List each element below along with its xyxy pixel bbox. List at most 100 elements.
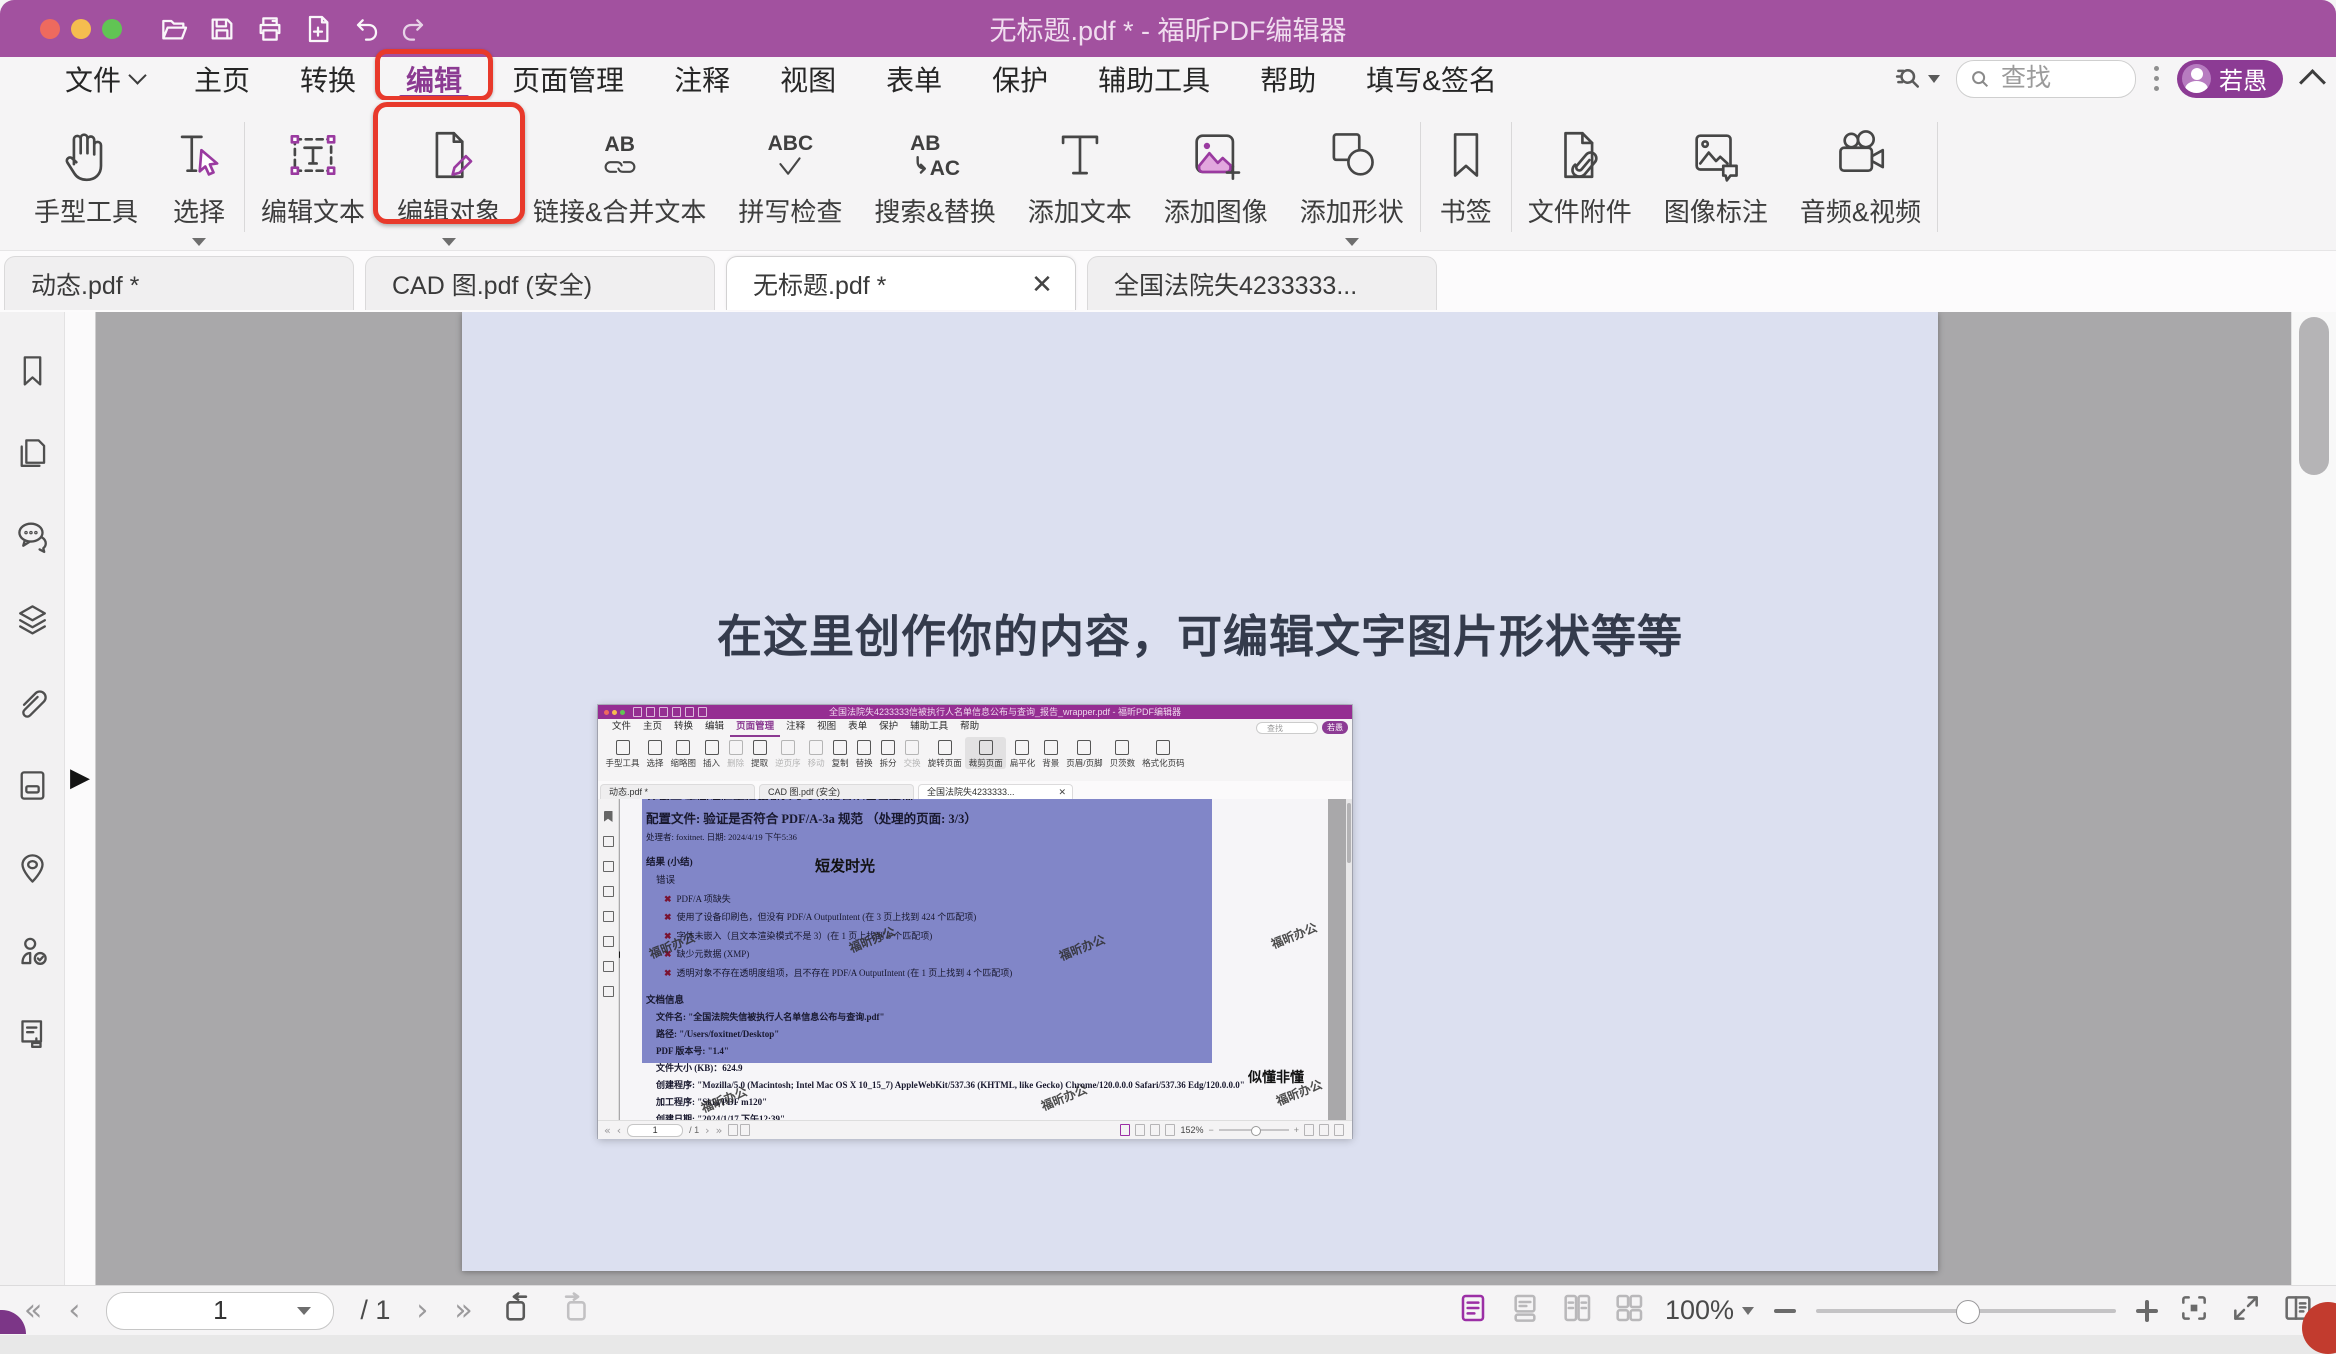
embed-clipped-line: 计报告 全国法院失信被执行人名单信息公布与查询 bbox=[646, 799, 1328, 800]
next-view-icon[interactable] bbox=[559, 1291, 593, 1330]
embed-toolbar: 手型工具 选择 缩略图 插入 删除 提取 bbox=[598, 737, 1352, 781]
tool-audio-video[interactable]: 音频&视频 bbox=[1784, 100, 1937, 250]
fullscreen-window-button[interactable] bbox=[102, 19, 122, 39]
tool-bookmark[interactable]: 书签 bbox=[1421, 100, 1511, 250]
tool-add-shape[interactable]: 添加形状 bbox=[1284, 100, 1420, 250]
vertical-scrollbar[interactable] bbox=[2291, 312, 2336, 1285]
destinations-panel-icon[interactable] bbox=[14, 850, 51, 887]
tool-add-image[interactable]: 添加图像 bbox=[1148, 100, 1284, 250]
document-tabbar: 动态.pdf * CAD 图.pdf (安全) 无标题.pdf * ✕ 全国法院… bbox=[0, 250, 2336, 312]
document-tab[interactable]: 无标题.pdf * ✕ bbox=[726, 256, 1076, 310]
user-name: 若愚 bbox=[2219, 61, 2267, 96]
embed-error-line: ✖字体未嵌入（且文本渲染模式不是 3）(在 1 页上找到 3 个匹配项) bbox=[646, 929, 1328, 942]
tool-edit-object[interactable]: 编辑对象 bbox=[381, 100, 517, 250]
zoom-out-icon[interactable] bbox=[1774, 1309, 1796, 1313]
previous-view-icon[interactable] bbox=[499, 1291, 533, 1330]
embed-tool-icon bbox=[905, 740, 919, 755]
menu-tab[interactable]: 填写&签名 bbox=[1341, 57, 1522, 100]
select-cursor-icon bbox=[170, 122, 228, 188]
tool-spellcheck[interactable]: ABC 拼写检查 bbox=[722, 100, 858, 250]
menu-tab[interactable]: 表单 bbox=[861, 57, 967, 100]
edit-object-icon bbox=[420, 122, 478, 188]
next-page-icon[interactable]: › bbox=[416, 1296, 428, 1326]
zoom-slider[interactable] bbox=[1816, 1309, 2116, 1313]
page-thumbnails-panel-icon[interactable] bbox=[14, 435, 51, 472]
attachments-panel-icon[interactable] bbox=[14, 684, 51, 721]
tool-select[interactable]: 选择 bbox=[154, 100, 244, 250]
new-document-icon[interactable] bbox=[302, 13, 334, 45]
first-page-icon[interactable]: « bbox=[24, 1296, 42, 1326]
fullscreen-icon[interactable] bbox=[2230, 1292, 2262, 1329]
save-icon[interactable] bbox=[206, 13, 238, 45]
fields-panel-icon[interactable] bbox=[14, 767, 51, 804]
menu-tab[interactable]: 页面管理 bbox=[487, 57, 649, 100]
view-mode-two-page-icon[interactable] bbox=[1613, 1292, 1645, 1329]
embed-statusbar: « ‹ 1 / 1 › » 152% −+ bbox=[598, 1120, 1352, 1139]
stamps-panel-icon[interactable] bbox=[14, 1016, 51, 1053]
layers-panel-icon[interactable] bbox=[14, 601, 51, 638]
close-tab-icon[interactable]: ✕ bbox=[1027, 269, 1057, 299]
more-options-icon[interactable] bbox=[2152, 66, 2161, 91]
menu-tab[interactable]: 视图 bbox=[755, 57, 861, 100]
menu-tab[interactable]: 注释 bbox=[649, 57, 755, 100]
tool-edit-text[interactable]: 编辑文本 bbox=[245, 100, 381, 250]
embed-tool: 删除 bbox=[724, 737, 748, 769]
document-tab[interactable]: CAD 图.pdf (安全) bbox=[365, 256, 715, 310]
quick-access-toolbar bbox=[158, 13, 430, 45]
document-tab[interactable]: 全国法院失4233333... bbox=[1087, 256, 1437, 310]
zoom-slider-knob[interactable] bbox=[1956, 1300, 1980, 1324]
view-mode-continuous-icon[interactable] bbox=[1457, 1292, 1489, 1329]
view-mode-two-page-continuous-icon[interactable] bbox=[1561, 1292, 1593, 1329]
embed-tool-icon bbox=[857, 740, 871, 755]
embed-info-line: 创建日期: "2024/1/17 下午12:39" bbox=[646, 1112, 1328, 1121]
page-number-input[interactable]: 1 bbox=[106, 1292, 334, 1330]
menu-tab[interactable]: 保护 bbox=[967, 57, 1073, 100]
menu-tab[interactable]: 辅助工具 bbox=[1073, 57, 1235, 100]
tool-hand[interactable]: 手型工具 bbox=[18, 100, 154, 250]
menu-tab[interactable]: 帮助 bbox=[1235, 57, 1341, 100]
fit-page-icon[interactable] bbox=[2178, 1292, 2210, 1329]
menu-tab[interactable]: 主页 bbox=[169, 57, 275, 100]
bookmarks-panel-icon[interactable] bbox=[14, 352, 51, 389]
search-options-icon[interactable] bbox=[1894, 64, 1940, 94]
document-area: ▶ 在这里创作你的内容，可编辑文字图片形状等等 全国法院失4233333信被执行… bbox=[0, 312, 2336, 1285]
embed-document-tab: 动态.pdf * bbox=[600, 784, 755, 799]
add-text-icon bbox=[1051, 122, 1109, 188]
search-box[interactable] bbox=[1956, 60, 2136, 98]
minimize-window-button[interactable] bbox=[71, 19, 91, 39]
comments-panel-icon[interactable] bbox=[14, 518, 51, 555]
embed-tool: 格式化页码 bbox=[1139, 737, 1189, 769]
last-page-icon[interactable]: » bbox=[454, 1296, 472, 1326]
document-tab[interactable]: 动态.pdf * bbox=[4, 256, 354, 310]
zoom-in-icon[interactable] bbox=[2136, 1300, 2158, 1322]
redo-icon[interactable] bbox=[398, 13, 430, 45]
menu-tab[interactable]: 转换 bbox=[275, 57, 381, 100]
audio-video-icon bbox=[1832, 122, 1890, 188]
embedded-screenshot-image: 全国法院失4233333信被执行人名单信息公布与查询_报告_wrapper.pd… bbox=[598, 705, 1352, 1138]
open-file-icon[interactable] bbox=[158, 13, 190, 45]
menu-tab[interactable]: 编辑 bbox=[381, 57, 487, 100]
search-input[interactable] bbox=[1999, 63, 2123, 94]
edit-text-icon bbox=[284, 122, 342, 188]
embed-info-line: 文件名: "全国法院失信被执行人名单信息公布与查询.pdf" bbox=[646, 1010, 1328, 1023]
scrollbar-thumb[interactable] bbox=[2299, 317, 2329, 475]
tool-file-attachment[interactable]: 文件附件 bbox=[1512, 100, 1648, 250]
undo-icon[interactable] bbox=[350, 13, 382, 45]
digital-signatures-panel-icon[interactable] bbox=[14, 933, 51, 970]
page-total: / 1 bbox=[360, 1295, 390, 1326]
tool-image-annotation[interactable]: 图像标注 bbox=[1648, 100, 1784, 250]
close-window-button[interactable] bbox=[40, 19, 60, 39]
zoom-level-select[interactable]: 100% bbox=[1665, 1295, 1754, 1326]
embed-tool: 手型工具 bbox=[602, 737, 643, 769]
view-mode-single-page-icon[interactable] bbox=[1509, 1292, 1541, 1329]
tool-search-replace[interactable]: AB AC 搜索&替换 bbox=[858, 100, 1011, 250]
expand-panel-handle[interactable]: ▶ bbox=[70, 764, 90, 790]
menu-tab[interactable]: 文件 bbox=[40, 57, 169, 100]
embed-pdf-document: 计报告 全国法院失信被执行人名单信息公布与查询 配置文件: 验证是否符合 PDF… bbox=[620, 799, 1328, 1120]
tool-link-merge-text[interactable]: AB 链接&合并文本 bbox=[517, 100, 722, 250]
user-account-button[interactable]: 若愚 bbox=[2177, 60, 2283, 98]
previous-page-icon[interactable]: ‹ bbox=[68, 1296, 80, 1326]
print-icon[interactable] bbox=[254, 13, 286, 45]
collapse-toolbar-icon[interactable] bbox=[2299, 69, 2326, 96]
tool-add-text[interactable]: 添加文本 bbox=[1012, 100, 1148, 250]
